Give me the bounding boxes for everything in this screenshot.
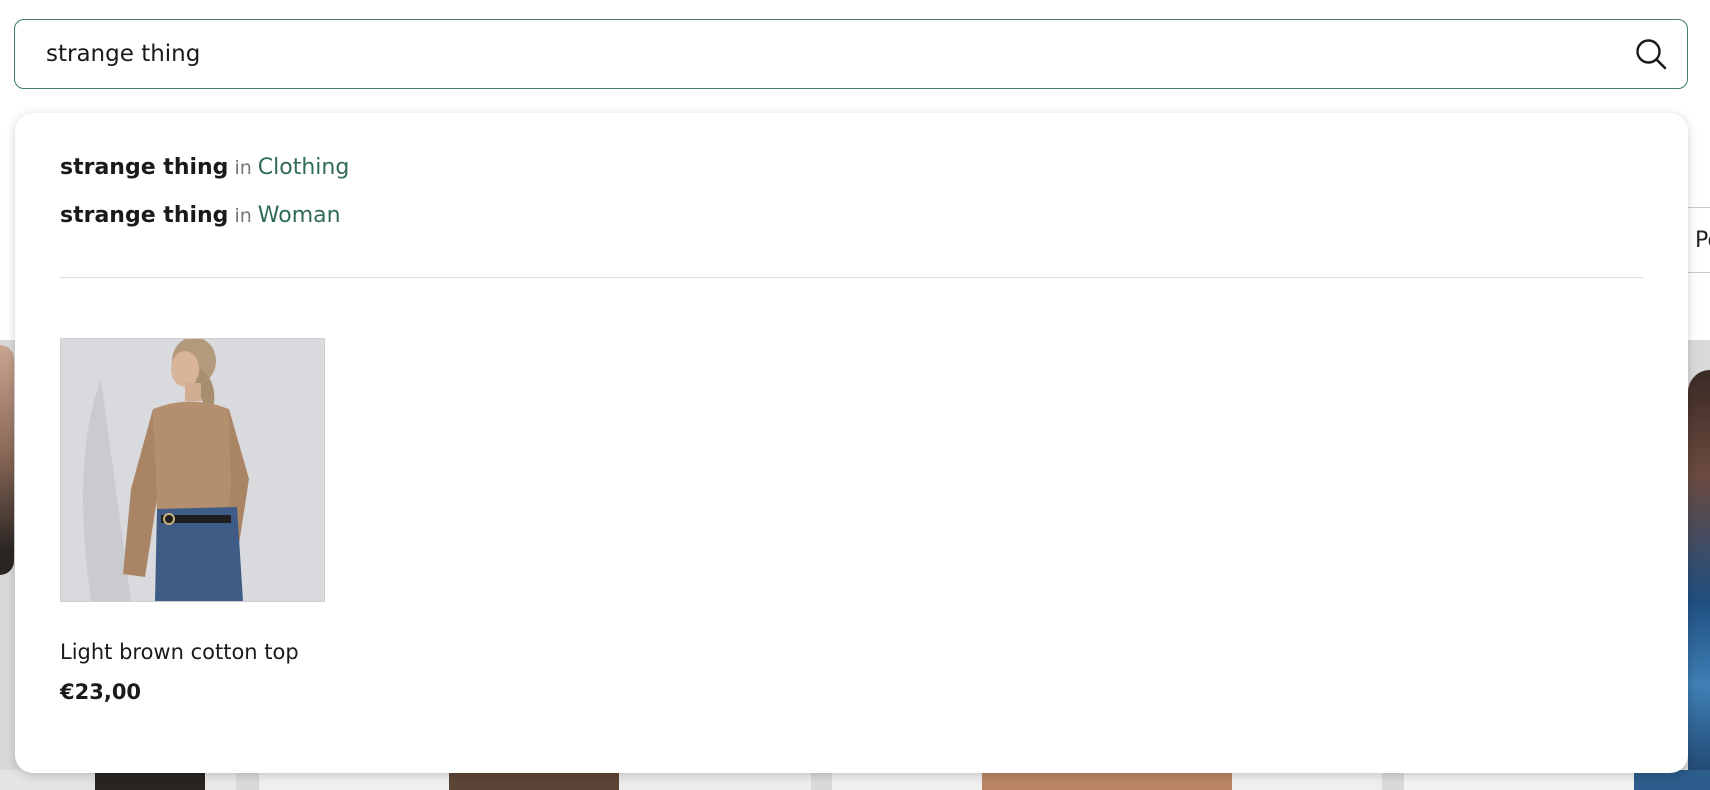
suggestion-item-woman[interactable]: strange thing in Woman <box>60 203 349 251</box>
background-product-card <box>1404 770 1710 790</box>
suggestion-connector: in <box>234 205 252 227</box>
suggestion-category: Clothing <box>257 155 350 180</box>
background-product-card <box>832 770 1382 790</box>
product-result-card[interactable]: Light brown cotton top €23,00 <box>60 338 325 704</box>
search-suggestions-dropdown: strange thing in Clothing strange thing … <box>15 113 1688 773</box>
search-input[interactable] <box>46 34 1546 74</box>
suggestion-connector: in <box>234 157 252 179</box>
product-price: €23,00 <box>60 680 142 704</box>
suggestion-category: Woman <box>257 203 341 228</box>
suggestion-item-clothing[interactable]: strange thing in Clothing <box>60 155 349 203</box>
divider <box>60 277 1643 278</box>
background-product-image-left <box>0 345 14 575</box>
product-image[interactable] <box>60 338 325 602</box>
background-product-image-right <box>1688 370 1710 790</box>
suggestion-term: strange thing <box>60 203 229 228</box>
search-submit-button[interactable] <box>1633 36 1669 72</box>
sort-select-label: Popul <box>1695 228 1710 253</box>
suggestion-list: strange thing in Clothing strange thing … <box>60 155 349 251</box>
background-product-card <box>259 770 811 790</box>
product-photo <box>61 339 324 601</box>
sort-select[interactable]: Popul <box>1686 207 1710 273</box>
suggestion-term: strange thing <box>60 155 229 180</box>
search-bar <box>14 19 1688 89</box>
product-name[interactable]: Light brown cotton top <box>60 640 325 664</box>
search-icon <box>1636 39 1667 70</box>
background-product-card <box>0 770 236 790</box>
